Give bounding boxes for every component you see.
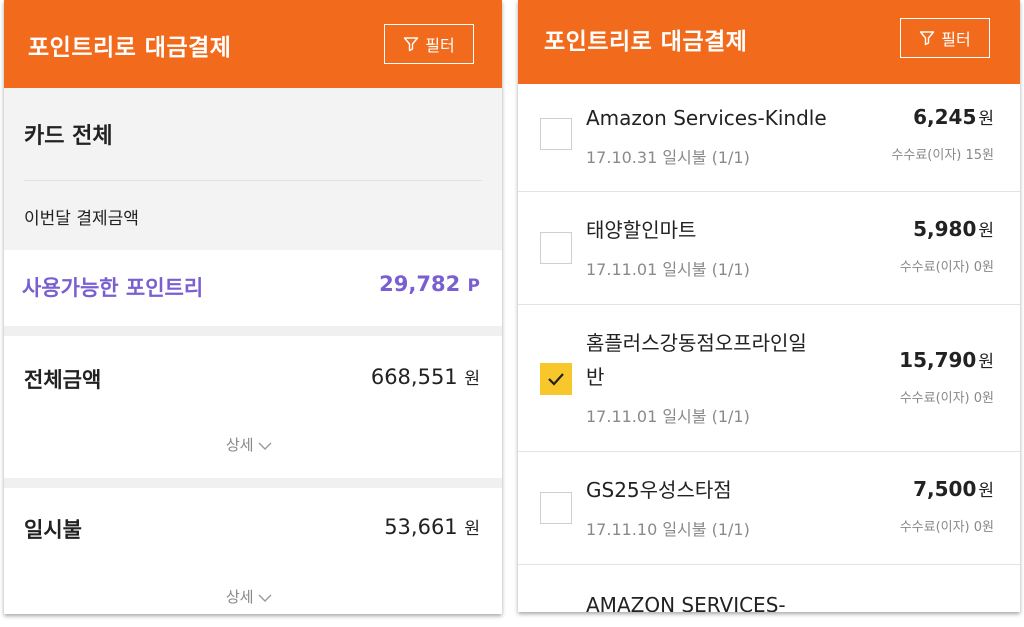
amount-unit: 원 [978,352,994,372]
transaction-amount: 5,980 원 [913,216,994,241]
filter-button-label: 필터 [941,30,971,49]
amount-value: 7,500 [913,477,977,501]
lump-value: 53,661 [384,515,458,539]
left-panel: 포인트리로 대금결제 필터 카드 전체 이번달 결제금액 사용가능한 포인트리 … [4,0,502,614]
filter-button-label: 필터 [425,36,455,55]
lump-unit: 원 [464,519,480,539]
merchant-name: 홈플러스강동점오프라인일 [586,331,807,355]
amount-unit: 원 [978,481,994,501]
total-unit: 원 [464,369,480,389]
app-header: 포인트리로 대금결제 필터 [518,0,1020,84]
merchant-name: Amazon Services-Kindle [586,106,827,130]
lump-sum-label: 일시불 [24,518,82,542]
section-separator [4,326,502,336]
merchant-name: AMAZON SERVICES- [586,593,786,612]
total-amount-label: 전체금액 [24,368,102,392]
merchant-name: 태양할인마트 [586,218,697,242]
transaction-row[interactable]: Amazon Services-Kindle 17.10.31 일시불 (1/1… [518,84,1020,192]
available-points-label: 사용가능한 포인트리 [22,276,204,300]
section-separator [4,478,502,488]
transaction-date: 17.11.01 일시불 (1/1) [586,407,750,426]
transaction-checkbox[interactable] [540,118,572,150]
total-detail-toggle[interactable]: 상세 [226,434,272,455]
transaction-row[interactable]: GS25우성스타점 17.11.10 일시불 (1/1) 7,500 원 수수료(… [518,452,1020,565]
detail-label: 상세 [226,436,254,454]
merchant-name: GS25우성스타점 [586,478,732,502]
transaction-date: 17.10.31 일시불 (1/1) [586,148,750,167]
chevron-down-icon [258,594,272,602]
filter-icon [920,31,935,46]
fee-text: 수수료(이자) 0원 [899,520,994,535]
filter-icon [404,37,419,52]
points-unit: P [467,276,480,296]
transaction-date: 17.11.01 일시불 (1/1) [586,260,750,279]
transaction-amount: 6,245 원 [913,104,994,129]
lump-sum-value: 53,661 원 [384,514,480,539]
chevron-down-icon [258,442,272,450]
transaction-date: 17.11.10 일시불 (1/1) [586,520,750,539]
transaction-row[interactable]: AMAZON SERVICES- [518,565,1020,612]
card-summary-block: 카드 전체 이번달 결제금액 [4,88,502,250]
app-header: 포인트리로 대금결제 필터 [4,0,502,88]
available-points-value: 29,782 P [379,272,480,296]
total-amount-value: 668,551 원 [371,364,480,389]
right-panel: 포인트리로 대금결제 필터 Amazon Services-Kindle 17.… [518,0,1020,612]
fee-text: 수수료(이자) 0원 [899,391,994,406]
total-value: 668,551 [370,365,458,389]
transaction-checkbox[interactable] [540,363,572,395]
check-icon [548,373,564,386]
filter-button[interactable]: 필터 [900,18,990,58]
lump-detail-toggle[interactable]: 상세 [226,586,272,607]
amount-value: 15,790 [899,348,977,372]
fee-text: 수수료(이자) 0원 [899,260,994,275]
points-value: 29,782 [379,272,461,296]
amount-unit: 원 [978,221,994,241]
transaction-amount: 7,500 원 [913,476,994,501]
fee-text: 수수료(이자) 15원 [891,148,994,163]
transaction-row[interactable]: 태양할인마트 17.11.01 일시불 (1/1) 5,980 원 수수료(이자)… [518,192,1020,305]
transaction-amount: 15,790 원 [899,347,994,372]
this-month-amount-label: 이번달 결제금액 [24,209,139,229]
page-title: 포인트리로 대금결제 [28,35,232,61]
transaction-checkbox[interactable] [540,232,572,264]
detail-label: 상세 [226,588,254,606]
page-title: 포인트리로 대금결제 [544,29,748,55]
transaction-checkbox[interactable] [540,492,572,524]
card-select[interactable]: 카드 전체 [24,118,113,150]
amount-unit: 원 [978,109,994,129]
transaction-row[interactable]: 홈플러스강동점오프라인일 반 17.11.01 일시불 (1/1) 15,790… [518,305,1020,452]
merchant-name-cont: 반 [586,365,605,389]
filter-button[interactable]: 필터 [384,24,474,64]
amount-value: 5,980 [913,217,977,241]
amount-value: 6,245 [913,105,977,129]
divider [24,180,482,181]
